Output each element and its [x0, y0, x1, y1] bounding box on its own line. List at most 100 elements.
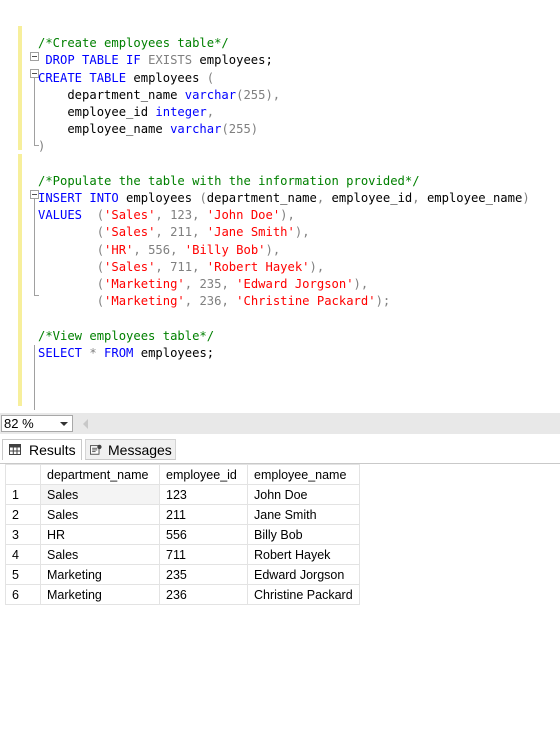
code-line[interactable]: ('Sales', 211, 'Jane Smith'),: [38, 224, 310, 241]
table-cell[interactable]: Edward Jorgson: [247, 564, 360, 585]
table-row[interactable]: 2 Sales 211 Jane Smith: [5, 504, 360, 525]
code-token: ,: [316, 191, 332, 205]
code-line[interactable]: CREATE TABLE employees (: [38, 70, 214, 87]
code-token: employees;: [133, 345, 215, 360]
table-cell[interactable]: HR: [40, 524, 160, 545]
cell-value: Marketing: [47, 567, 102, 582]
code-line[interactable]: ): [38, 138, 45, 155]
code-token: 'Edward Jorgson': [236, 277, 354, 291]
table-row[interactable]: 1 Sales 123 John Doe: [5, 484, 360, 505]
fold-guide: [34, 345, 35, 410]
row-number[interactable]: 6: [5, 584, 41, 605]
code-line[interactable]: department_name varchar(255),: [38, 87, 280, 104]
table-cell[interactable]: Sales: [40, 484, 160, 505]
table-row[interactable]: 6 Marketing 236 Christine Packard: [5, 584, 360, 605]
table-header-row: department_name employee_id employee_nam…: [5, 464, 360, 485]
code-token: VALUES: [38, 208, 83, 223]
code-token: (: [82, 208, 105, 223]
code-line[interactable]: DROP TABLE IF EXISTS employees;: [38, 52, 273, 69]
code-line[interactable]: INSERT INTO employees (department_name, …: [38, 190, 530, 207]
code-line[interactable]: SELECT * FROM employees;: [38, 345, 214, 362]
tab-results[interactable]: Results: [2, 439, 82, 460]
row-number[interactable]: 4: [5, 544, 41, 565]
code-token: department_name: [38, 87, 185, 102]
code-token: , 211,: [155, 225, 207, 240]
row-number[interactable]: 2: [5, 504, 41, 525]
row-number[interactable]: 1: [5, 484, 41, 505]
table-cell[interactable]: Marketing: [40, 564, 160, 585]
cell-value: 556: [166, 527, 187, 542]
chevron-down-icon: [60, 422, 68, 426]
code-line[interactable]: /*Create employees table*/: [38, 35, 229, 52]
code-token: ,: [412, 191, 427, 205]
code-token: 'Robert Hayek': [206, 259, 310, 274]
column-header-employee-name[interactable]: employee_name: [247, 464, 360, 485]
code-token: /*View employees table*/: [38, 328, 215, 343]
code-line[interactable]: employee_name varchar(255): [38, 121, 258, 138]
code-token: /*Populate the table with the informatio…: [38, 173, 420, 188]
code-token: FROM: [104, 345, 134, 360]
code-token: employees: [126, 70, 207, 85]
code-token: ),: [309, 259, 325, 274]
code-line[interactable]: employee_id integer,: [38, 104, 214, 121]
table-cell[interactable]: 236: [159, 584, 248, 605]
code-token: employee_id: [331, 191, 413, 205]
code-token: , 236,: [184, 294, 237, 309]
code-token: 'Billy Bob': [184, 242, 266, 257]
table-cell[interactable]: 556: [159, 524, 248, 545]
code-token: ),: [353, 277, 369, 291]
code-line[interactable]: /*View employees table*/: [38, 328, 214, 345]
code-token: employee_id: [38, 105, 156, 119]
table-cell[interactable]: Christine Packard: [247, 584, 360, 605]
table-cell[interactable]: 711: [159, 544, 248, 565]
code-token: 'HR': [104, 242, 134, 257]
code-token: ,: [206, 105, 215, 119]
tab-results-label: Results: [29, 442, 76, 458]
results-grid[interactable]: department_name employee_id employee_nam…: [0, 464, 560, 753]
code-line[interactable]: ('Marketing', 235, 'Edward Jorgson'),: [38, 276, 369, 293]
code-token: , 123,: [155, 208, 207, 223]
code-token: 'Sales': [104, 225, 156, 240]
table-cell[interactable]: Sales: [40, 504, 160, 525]
column-header-employee-id[interactable]: employee_id: [159, 464, 248, 485]
corner-cell[interactable]: [5, 464, 41, 485]
code-line[interactable]: /*Populate the table with the informatio…: [38, 173, 420, 190]
table-cell[interactable]: Sales: [40, 544, 160, 565]
code-line[interactable]: ('Marketing', 236, 'Christine Packard');: [38, 293, 391, 310]
query-editor[interactable]: /*Create employees table*/ DROP TABLE IF…: [0, 0, 560, 413]
code-line[interactable]: ('Sales', 711, 'Robert Hayek'),: [38, 259, 325, 276]
table-cell[interactable]: Jane Smith: [247, 504, 360, 525]
code-token: (: [38, 277, 105, 291]
table-cell[interactable]: Marketing: [40, 584, 160, 605]
table-cell[interactable]: Robert Hayek: [247, 544, 360, 565]
zoom-dropdown[interactable]: 82 %: [1, 415, 73, 432]
scroll-left-arrow-icon[interactable]: [83, 419, 88, 429]
table-row[interactable]: 3 HR 556 Billy Bob: [5, 524, 360, 545]
code-token: (255): [221, 122, 259, 137]
row-number[interactable]: 5: [5, 564, 41, 585]
table-row[interactable]: 4 Sales 711 Robert Hayek: [5, 544, 360, 565]
table-row[interactable]: 5 Marketing 235 Edward Jorgson: [5, 564, 360, 585]
table-cell[interactable]: Billy Bob: [247, 524, 360, 545]
row-number[interactable]: 3: [5, 524, 41, 545]
code-token: employees: [118, 191, 200, 205]
cell-value: Billy Bob: [254, 527, 303, 542]
code-line[interactable]: VALUES ('Sales', 123, 'John Doe'),: [38, 207, 295, 224]
column-header-department-name[interactable]: department_name: [40, 464, 160, 485]
code-token: 'Christine Packard': [236, 294, 376, 309]
code-token: (: [38, 259, 105, 274]
table-cell[interactable]: 211: [159, 504, 248, 525]
code-token: employee_name: [38, 122, 171, 137]
code-token: integer: [155, 105, 207, 119]
code-token: /*Create employees table*/: [38, 36, 229, 51]
code-token: employees;: [192, 53, 273, 68]
table-cell[interactable]: John Doe: [247, 484, 360, 505]
code-token: 'Sales': [104, 259, 156, 274]
code-line[interactable]: ('HR', 556, 'Billy Bob'),: [38, 242, 281, 259]
cell-value: Robert Hayek: [254, 547, 331, 562]
code-token: 'John Doe': [206, 208, 281, 223]
table-cell[interactable]: 123: [159, 484, 248, 505]
table-cell[interactable]: 235: [159, 564, 248, 585]
code-token: 'Marketing': [104, 277, 185, 291]
tab-messages[interactable]: Messages: [85, 439, 176, 460]
